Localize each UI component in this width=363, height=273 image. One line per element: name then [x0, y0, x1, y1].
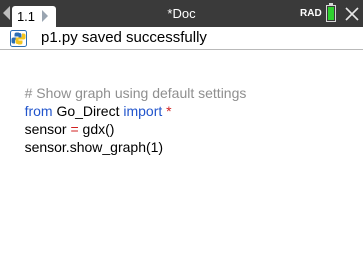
status-message: p1.py saved successfully [41, 29, 207, 46]
import-star: * [162, 103, 172, 119]
code-editor[interactable]: # Show graph using default settings from… [0, 50, 363, 273]
keyword-import: import [123, 103, 163, 119]
angle-mode-indicator: RAD [300, 8, 322, 19]
status-bar: p1.py saved successfully [0, 27, 363, 50]
battery-level-fill [328, 7, 334, 20]
page-tab[interactable]: 1.1 [12, 6, 56, 27]
document-title: *Doc [167, 6, 196, 21]
code-line-1[interactable]: # Show graph using default settings [9, 66, 247, 101]
page-tab-label: 1.1 [16, 9, 36, 24]
title-bar: 1.1 *Doc RAD [0, 0, 363, 27]
close-icon[interactable] [343, 5, 361, 23]
code-line-3[interactable]: sensor = gdx() [9, 102, 115, 137]
battery-icon [326, 5, 336, 22]
code-line-2[interactable]: from Go_Direct import * [9, 84, 172, 119]
python-icon [10, 30, 27, 47]
next-page-arrow-icon[interactable] [42, 10, 48, 22]
previous-page-arrow-icon[interactable] [3, 6, 10, 20]
code-line-4[interactable]: sensor.show_graph(1) [9, 120, 164, 155]
code-statement: sensor.show_graph(1) [24, 139, 164, 155]
